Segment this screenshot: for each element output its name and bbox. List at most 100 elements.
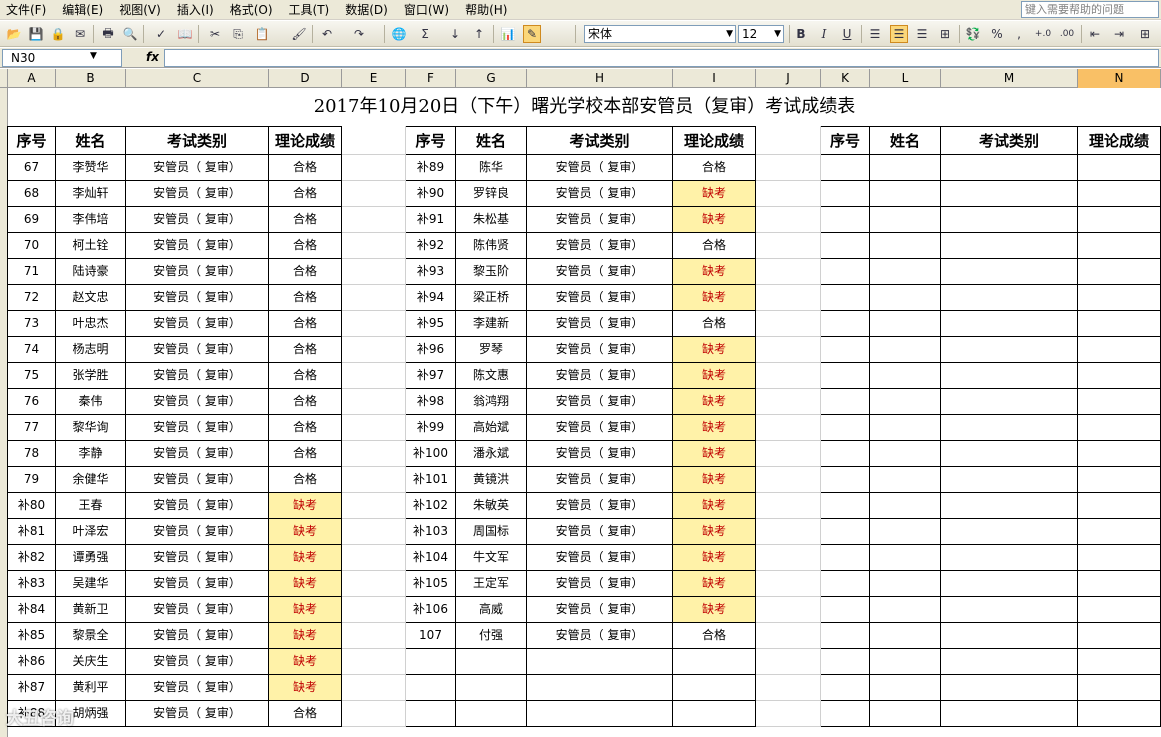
select-all-corner[interactable] xyxy=(0,69,8,88)
empty-cell[interactable] xyxy=(756,441,821,467)
right-cell-type[interactable] xyxy=(941,675,1078,701)
middle-cell-name[interactable]: 潘永斌 xyxy=(456,441,527,467)
middle-cell-no[interactable]: 补92 xyxy=(406,233,456,259)
redo-icon[interactable]: ↷ xyxy=(350,25,368,43)
column-header-n[interactable]: N xyxy=(1078,69,1161,88)
menu-tools[interactable]: 工具(T) xyxy=(281,0,338,20)
middle-cell-no[interactable]: 补106 xyxy=(406,597,456,623)
right-cell-score[interactable] xyxy=(1078,701,1161,727)
research-icon[interactable]: 📖 xyxy=(176,25,194,43)
middle-cell-score[interactable] xyxy=(673,675,756,701)
empty-cell[interactable] xyxy=(342,363,406,389)
left-cell-name[interactable]: 李赞华 xyxy=(56,155,126,181)
middle-cell-no[interactable]: 补100 xyxy=(406,441,456,467)
right-header-score[interactable]: 理论成绩 xyxy=(1078,126,1161,155)
menu-insert[interactable]: 插入(I) xyxy=(169,0,222,20)
right-cell-no[interactable] xyxy=(821,571,870,597)
left-cell-score[interactable]: 缺考 xyxy=(269,623,342,649)
right-cell-name[interactable] xyxy=(870,207,941,233)
middle-cell-name[interactable]: 付强 xyxy=(456,623,527,649)
left-cell-name[interactable]: 陆诗豪 xyxy=(56,259,126,285)
right-cell-score[interactable] xyxy=(1078,311,1161,337)
empty-cell[interactable] xyxy=(756,126,821,155)
empty-cell[interactable] xyxy=(342,467,406,493)
empty-cell[interactable] xyxy=(756,519,821,545)
empty-cell[interactable] xyxy=(342,545,406,571)
left-cell-type[interactable]: 安管员（ 复审） xyxy=(126,519,269,545)
right-cell-no[interactable] xyxy=(821,363,870,389)
right-cell-type[interactable] xyxy=(941,571,1078,597)
middle-header-name[interactable]: 姓名 xyxy=(456,126,527,155)
empty-cell[interactable] xyxy=(756,285,821,311)
middle-cell-type[interactable]: 安管员（ 复审） xyxy=(527,389,673,415)
middle-cell-no[interactable]: 补96 xyxy=(406,337,456,363)
help-search-input[interactable]: 键入需要帮助的问题 xyxy=(1021,1,1159,18)
chart-wizard-icon[interactable]: 📊 xyxy=(499,25,517,43)
empty-cell[interactable] xyxy=(342,155,406,181)
right-cell-no[interactable] xyxy=(821,545,870,571)
right-cell-score[interactable] xyxy=(1078,493,1161,519)
empty-cell[interactable] xyxy=(342,441,406,467)
left-cell-name[interactable]: 杨志明 xyxy=(56,337,126,363)
right-cell-no[interactable] xyxy=(821,337,870,363)
column-header-a[interactable]: A xyxy=(8,69,56,88)
middle-cell-name[interactable]: 周国标 xyxy=(456,519,527,545)
formula-input[interactable] xyxy=(164,49,1159,67)
left-cell-score[interactable]: 合格 xyxy=(269,285,342,311)
middle-header-no[interactable]: 序号 xyxy=(406,126,456,155)
right-cell-type[interactable] xyxy=(941,233,1078,259)
middle-cell-name[interactable]: 李建新 xyxy=(456,311,527,337)
middle-cell-name[interactable]: 陈华 xyxy=(456,155,527,181)
middle-cell-score[interactable]: 缺考 xyxy=(673,337,756,363)
middle-cell-no[interactable]: 补89 xyxy=(406,155,456,181)
permission-icon[interactable]: 🔒 xyxy=(49,25,67,43)
format-painter-icon[interactable]: 🖌 xyxy=(290,25,308,43)
empty-cell[interactable] xyxy=(342,337,406,363)
right-cell-type[interactable] xyxy=(941,545,1078,571)
middle-cell-name[interactable]: 高始斌 xyxy=(456,415,527,441)
left-cell-type[interactable]: 安管员（ 复审） xyxy=(126,597,269,623)
left-cell-score[interactable]: 合格 xyxy=(269,233,342,259)
left-cell-name[interactable]: 赵文忠 xyxy=(56,285,126,311)
empty-cell[interactable] xyxy=(342,415,406,441)
borders-icon[interactable]: ⊞ xyxy=(1136,25,1154,43)
middle-cell-type[interactable]: 安管员（ 复审） xyxy=(527,519,673,545)
right-cell-no[interactable] xyxy=(821,649,870,675)
increase-decimal-icon[interactable]: +.0 xyxy=(1034,25,1052,43)
undo-icon[interactable]: ↶ xyxy=(318,25,336,43)
middle-cell-no[interactable]: 补102 xyxy=(406,493,456,519)
right-cell-name[interactable] xyxy=(870,285,941,311)
right-cell-no[interactable] xyxy=(821,181,870,207)
empty-cell[interactable] xyxy=(342,675,406,701)
middle-cell-score[interactable]: 合格 xyxy=(673,155,756,181)
middle-cell-score[interactable]: 缺考 xyxy=(673,285,756,311)
left-header-no[interactable]: 序号 xyxy=(8,126,56,155)
column-header-k[interactable]: K xyxy=(821,69,870,88)
right-cell-name[interactable] xyxy=(870,571,941,597)
sort-ascending-icon[interactable]: ↓ xyxy=(446,25,464,43)
middle-cell-score[interactable]: 缺考 xyxy=(673,259,756,285)
empty-cell[interactable] xyxy=(756,389,821,415)
right-cell-no[interactable] xyxy=(821,311,870,337)
left-cell-no[interactable]: 69 xyxy=(8,207,56,233)
empty-cell[interactable] xyxy=(756,207,821,233)
column-header-l[interactable]: L xyxy=(870,69,941,88)
right-cell-no[interactable] xyxy=(821,701,870,727)
left-cell-type[interactable]: 安管员（ 复审） xyxy=(126,181,269,207)
email-icon[interactable]: ✉ xyxy=(71,25,89,43)
left-cell-type[interactable]: 安管员（ 复审） xyxy=(126,155,269,181)
empty-cell[interactable] xyxy=(756,675,821,701)
right-cell-type[interactable] xyxy=(941,623,1078,649)
middle-cell-type[interactable]: 安管员（ 复审） xyxy=(527,441,673,467)
comma-style-icon[interactable]: , xyxy=(1010,25,1028,43)
drawing-icon[interactable]: ✎ xyxy=(523,25,541,43)
right-cell-name[interactable] xyxy=(870,181,941,207)
left-cell-name[interactable]: 叶泽宏 xyxy=(56,519,126,545)
right-header-no[interactable]: 序号 xyxy=(821,126,870,155)
left-cell-no[interactable]: 76 xyxy=(8,389,56,415)
left-cell-name[interactable]: 黄新卫 xyxy=(56,597,126,623)
empty-cell[interactable] xyxy=(756,493,821,519)
right-cell-name[interactable] xyxy=(870,649,941,675)
middle-cell-name[interactable]: 陈伟贤 xyxy=(456,233,527,259)
empty-cell[interactable] xyxy=(342,126,406,155)
